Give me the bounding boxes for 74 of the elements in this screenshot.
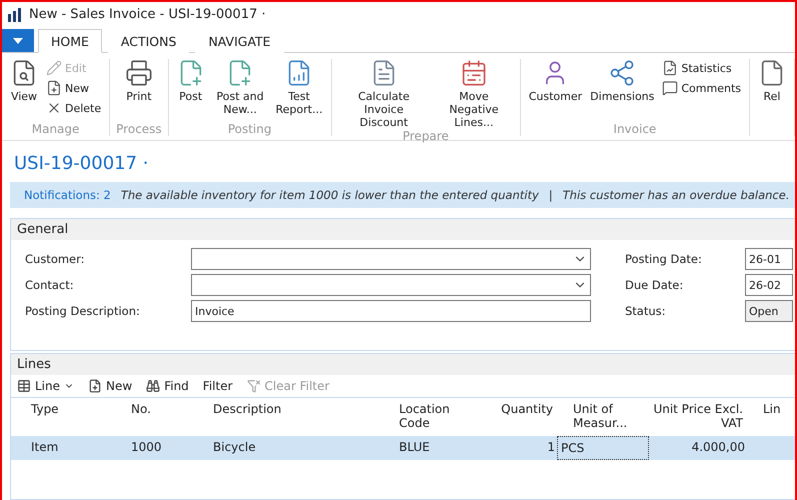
ribbon-button[interactable]: Test Report... <box>274 59 325 122</box>
table-cell-text: 4.000,00 <box>690 439 746 456</box>
ribbon-icon <box>662 60 678 76</box>
app-menu-button[interactable] <box>2 29 34 52</box>
ribbon-icon <box>46 60 62 76</box>
toolbar-icon <box>246 379 261 393</box>
ribbon-button[interactable]: Post and New... <box>210 59 270 122</box>
column-header[interactable]: Unit of Measur... <box>557 398 649 436</box>
field-label: Customer: <box>25 251 86 268</box>
toolbar-icon <box>146 379 160 393</box>
toolbar-button[interactable]: Line <box>17 379 74 393</box>
toolbar-icon <box>88 379 102 393</box>
ribbon-button[interactable]: Rel <box>756 59 788 136</box>
ribbon-tab[interactable]: HOME <box>38 29 102 53</box>
field-label: Contact: <box>25 277 75 294</box>
ribbon-icon <box>460 59 488 87</box>
panel-header: Lines <box>11 354 795 375</box>
field-label: Posting Description: <box>25 303 141 320</box>
page-title: USI-19-00017 · <box>14 153 150 174</box>
app-logo-icon <box>7 6 23 22</box>
ribbon-icon <box>662 80 678 96</box>
ribbon-button[interactable]: Dimensions <box>588 59 656 122</box>
panel-header: General <box>11 219 795 240</box>
window-title: New - Sales Invoice - USI-19-00017 · <box>29 6 266 22</box>
ribbon-button[interactable]: New <box>44 79 104 97</box>
ribbon-button[interactable]: Customer <box>526 59 584 122</box>
field-label: Due Date: <box>625 277 684 294</box>
ribbon-button[interactable]: Comments <box>660 79 743 97</box>
input-field[interactable]: Invoice <box>191 300 591 322</box>
column-header[interactable]: Quantity <box>487 398 557 436</box>
toolbar-button[interactable]: Filter <box>202 379 233 393</box>
dropdown-field[interactable] <box>191 248 591 270</box>
toolbar-icon <box>17 379 31 393</box>
column-header[interactable]: Description <box>197 398 383 436</box>
group-label: Posting <box>228 122 272 136</box>
ribbon-button[interactable]: Delete <box>44 99 104 117</box>
table-cell-text: Item <box>30 439 60 456</box>
column-header[interactable]: Unit Price Excl. VAT <box>649 398 747 436</box>
group-label: Manage <box>32 122 80 136</box>
notification-message: The available inventory for item 1000 is lower than the entered quantity <box>120 188 539 202</box>
status-field: Open <box>745 300 793 322</box>
table-cell-text: Bicycle <box>212 439 257 456</box>
field-label: Status: <box>625 303 667 320</box>
column-header[interactable]: Lin <box>747 398 787 436</box>
table-cell-text: BLUE <box>398 439 431 456</box>
group-label: Process <box>116 122 162 136</box>
ribbon-icon <box>124 59 153 87</box>
column-header[interactable]: Type <box>15 398 115 436</box>
ribbon-icon <box>46 80 62 96</box>
notification-message: This customer has an overdue balance. <box>562 188 790 202</box>
table-cell-text: 1 <box>546 439 556 456</box>
notifications-link[interactable]: Notifications: 2 <box>24 188 111 202</box>
ribbon-button[interactable]: Statistics <box>660 59 743 77</box>
table-row[interactable]: Item 1000 Bicycle BLUE 1 PCS 4.000,00 <box>11 436 795 460</box>
ribbon-button[interactable]: Post <box>174 59 207 122</box>
ribbon-button[interactable]: Calculate Invoice Discount <box>338 59 430 129</box>
ribbon-icon <box>608 59 636 87</box>
toolbar-button[interactable]: New <box>88 379 132 393</box>
column-header[interactable]: Location Code <box>383 398 487 436</box>
input-field[interactable]: 26-02 <box>745 274 793 296</box>
group-label: Invoice <box>613 122 656 136</box>
group-label: Prepare <box>402 129 449 143</box>
ribbon-button[interactable]: Print <box>122 59 155 122</box>
toolbar-button[interactable]: Find <box>146 379 189 393</box>
caret-icon <box>13 38 23 44</box>
ribbon-button[interactable]: Move Negative Lines... <box>434 59 514 129</box>
table-cell: PCS <box>557 436 649 460</box>
dropdown-field[interactable] <box>191 274 591 296</box>
separator: | <box>548 188 553 202</box>
input-field[interactable]: 26-01 <box>745 248 793 270</box>
table-cell-text: 1000 <box>130 439 163 456</box>
field-label: Posting Date: <box>625 251 703 268</box>
ribbon-button[interactable]: View <box>8 59 40 122</box>
column-header[interactable]: No. <box>115 398 197 436</box>
